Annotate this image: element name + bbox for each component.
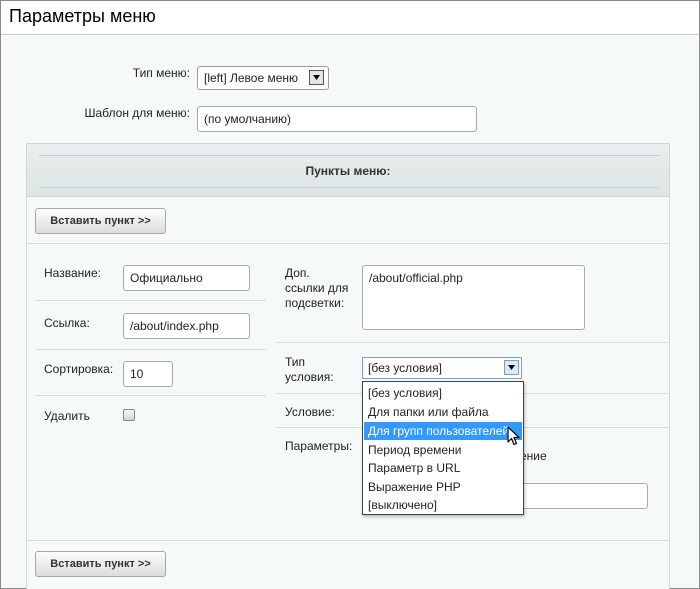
- header-divider: [39, 187, 659, 188]
- menu-type-select[interactable]: [left] Левое меню: [197, 66, 329, 90]
- menu-type-value: [left] Левое меню: [204, 71, 299, 85]
- sort-input[interactable]: 10: [123, 361, 173, 387]
- condition-type-select[interactable]: [без условия]: [362, 357, 522, 379]
- delete-label: Удалить: [44, 409, 90, 423]
- chevron-down-icon[interactable]: [309, 70, 324, 85]
- extra-links-textarea[interactable]: /about/official.php: [362, 265, 585, 330]
- menu-items-header: Пункты меню:: [26, 143, 670, 197]
- params-label: Параметры:: [285, 439, 353, 453]
- condition-type-label-line: условия:: [285, 370, 334, 384]
- name-input[interactable]: Официально: [123, 265, 250, 291]
- template-label: Шаблон для меню:: [84, 106, 191, 120]
- extra-links-label-line: подсветки:: [285, 296, 345, 310]
- name-label: Название:: [44, 266, 101, 280]
- condition-type-label: Тип условия:: [285, 355, 334, 385]
- condition-label: Условие:: [285, 405, 335, 419]
- params-input[interactable]: [510, 483, 648, 509]
- params-partial-text: ение: [520, 449, 547, 463]
- divider: [276, 342, 669, 343]
- condition-type-dropdown[interactable]: [без условия] Для папки или файла Для гр…: [362, 381, 524, 515]
- extra-links-label: Доп. ссылки для подсветки:: [285, 266, 348, 311]
- dropdown-option-highlighted[interactable]: Для групп пользователей: [364, 422, 522, 440]
- divider: [35, 395, 266, 396]
- divider: [35, 349, 266, 350]
- condition-type-value: [без условия]: [368, 361, 442, 375]
- dropdown-option[interactable]: Параметр в URL: [364, 459, 522, 477]
- title-bar: Параметры меню: [1, 1, 698, 35]
- template-input[interactable]: (по умолчанию): [197, 106, 477, 132]
- dropdown-option[interactable]: [без условия]: [364, 384, 522, 402]
- sort-label: Сортировка:: [44, 362, 114, 376]
- page-title: Параметры меню: [9, 6, 156, 26]
- chevron-down-icon[interactable]: [504, 360, 519, 375]
- dropdown-option[interactable]: [выключено]: [364, 496, 522, 514]
- menu-items-title: Пункты меню:: [305, 164, 391, 178]
- extra-links-label-line: ссылки для: [285, 281, 349, 295]
- dropdown-option[interactable]: Период времени: [364, 441, 522, 459]
- divider: [27, 243, 669, 244]
- delete-checkbox[interactable]: [123, 409, 135, 421]
- divider: [35, 300, 266, 301]
- divider: [27, 540, 669, 541]
- insert-item-button-top[interactable]: Вставить пункт >>: [35, 208, 166, 234]
- menu-type-label: Тип меню:: [132, 66, 190, 80]
- dropdown-option[interactable]: Выражение PHP: [364, 478, 522, 496]
- header-divider: [39, 155, 659, 156]
- extra-links-label-line: Доп.: [285, 266, 310, 280]
- dropdown-option[interactable]: Для папки или файла: [364, 403, 522, 421]
- insert-item-button-bottom[interactable]: Вставить пункт >>: [35, 551, 166, 577]
- link-input[interactable]: /about/index.php: [123, 313, 250, 339]
- link-label: Ссылка:: [44, 316, 90, 330]
- mouse-cursor-icon: [507, 426, 520, 446]
- condition-type-label-line: Тип: [285, 355, 306, 369]
